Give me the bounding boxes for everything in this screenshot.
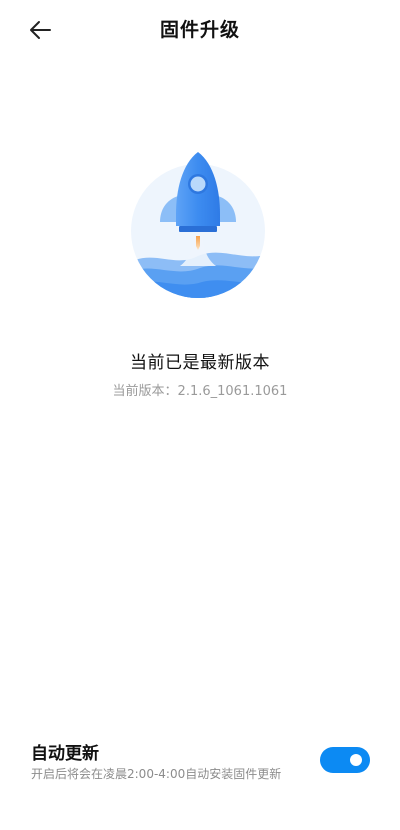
page-title: 固件升级 [159, 19, 240, 41]
current-version-label: 当前版本：2.1.6_1061.1061 [112, 384, 288, 399]
auto-update-toggle[interactable] [320, 747, 370, 773]
rocket-illustration [130, 150, 270, 300]
auto-update-title: 自动更新 [31, 744, 99, 764]
status-title: 当前已是最新版本 [130, 353, 270, 373]
rocket-icon [131, 152, 265, 298]
auto-update-description: 开启后将会在凌晨2:00-4:00自动安装固件更新 [31, 767, 282, 781]
top-bar: 固件升级 [0, 0, 400, 58]
auto-update-row[interactable]: 自动更新 开启后将会在凌晨2:00-4:00自动安装固件更新 [0, 730, 400, 790]
toggle-knob [350, 754, 362, 766]
